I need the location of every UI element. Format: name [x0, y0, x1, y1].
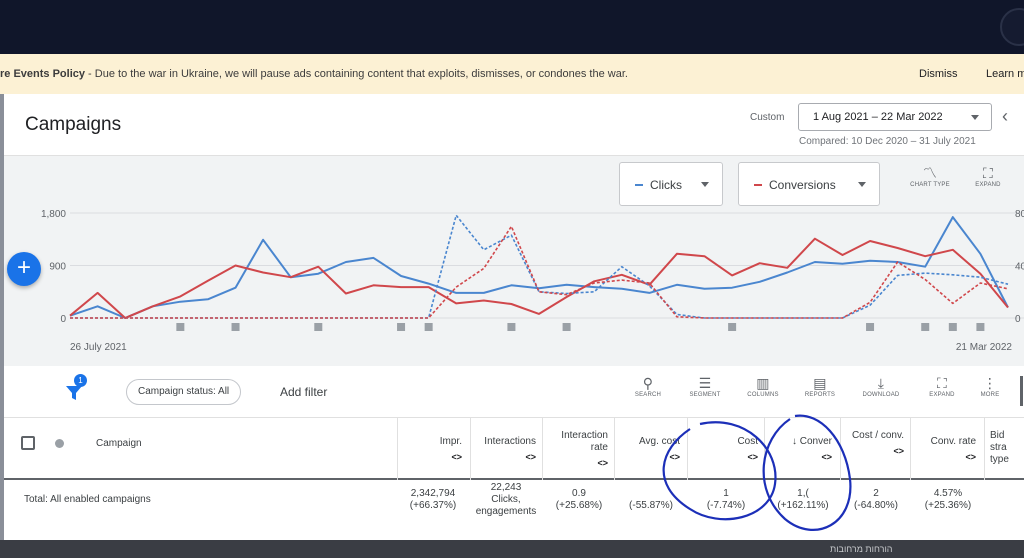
handwritten-circles	[662, 414, 852, 531]
top-dark-frame	[0, 0, 1024, 54]
add-campaign-fab[interactable]: +	[7, 252, 41, 286]
camera-circle-icon	[1000, 8, 1024, 46]
dismiss-button[interactable]: Dismiss	[919, 54, 958, 94]
policy-banner: re Events Policy - Due to the war in Ukr…	[0, 54, 1024, 94]
screenshot-root: re Events Policy - Due to the war in Ukr…	[0, 0, 1024, 558]
learn-more-link[interactable]: Learn m	[986, 54, 1024, 94]
campaigns-page: Campaigns Custom 1 Aug 2021 – 22 Mar 202…	[0, 94, 1024, 558]
banner-message: re Events Policy - Due to the war in Ukr…	[0, 68, 628, 80]
hebrew-caption: הורחות מרחובות	[830, 544, 893, 554]
bottom-dark-bar: הורחות מרחובות	[0, 540, 1024, 558]
